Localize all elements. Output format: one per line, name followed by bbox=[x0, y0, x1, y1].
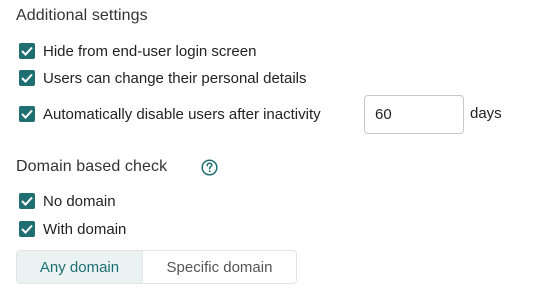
domain-check-title: Domain based check bbox=[16, 158, 168, 175]
option-label: Automatically disable users after inacti… bbox=[43, 105, 321, 123]
checkbox-checked-icon[interactable] bbox=[19, 193, 35, 209]
option-label: Users can change their personal details bbox=[43, 69, 307, 87]
segment-specific-domain[interactable]: Specific domain bbox=[142, 251, 296, 283]
question-circle-icon[interactable] bbox=[201, 159, 218, 176]
option-auto-disable[interactable]: Automatically disable users after inacti… bbox=[19, 104, 321, 124]
option-change-details[interactable]: Users can change their personal details bbox=[19, 68, 306, 88]
additional-settings-title: Additional settings bbox=[16, 7, 148, 24]
segment-any-domain[interactable]: Any domain bbox=[17, 251, 142, 283]
option-label: With domain bbox=[43, 220, 127, 238]
option-hide-login[interactable]: Hide from end-user login screen bbox=[19, 41, 256, 61]
option-no-domain[interactable]: No domain bbox=[19, 191, 116, 211]
option-label: No domain bbox=[43, 192, 116, 210]
settings-panel: Additional settings Hide from end-user l… bbox=[0, 0, 549, 306]
option-with-domain[interactable]: With domain bbox=[19, 219, 126, 239]
option-label: Hide from end-user login screen bbox=[43, 42, 257, 60]
checkbox-checked-icon[interactable] bbox=[19, 221, 35, 237]
checkbox-checked-icon[interactable] bbox=[19, 70, 35, 86]
checkbox-checked-icon[interactable] bbox=[19, 43, 35, 59]
inactivity-days-input[interactable] bbox=[364, 95, 464, 134]
inactivity-unit-label: days bbox=[470, 105, 502, 122]
checkbox-checked-icon[interactable] bbox=[19, 106, 35, 122]
domain-scope-segmented-control: Any domain Specific domain bbox=[16, 250, 297, 284]
